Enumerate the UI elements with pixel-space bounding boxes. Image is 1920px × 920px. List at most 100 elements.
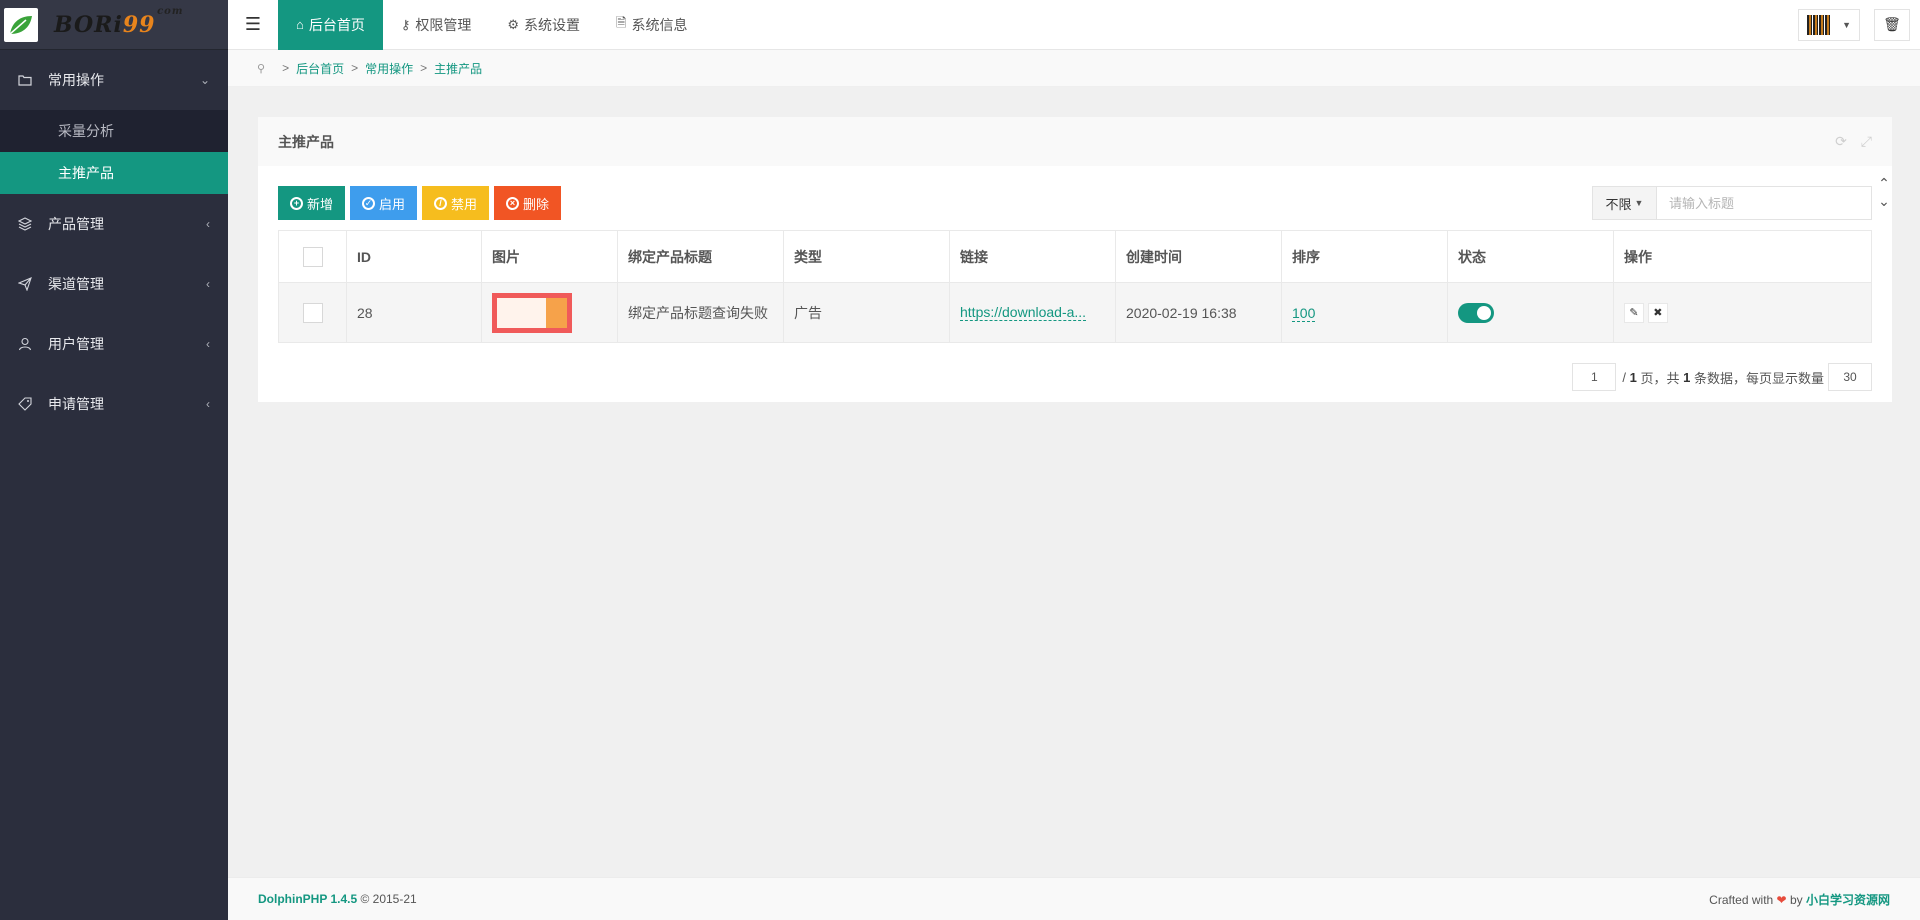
sidebar-item-channel-mgmt[interactable]: 渠道管理 ‹	[0, 254, 228, 314]
caret-down-icon: ▼	[1634, 198, 1644, 208]
sidebar-item-user-mgmt[interactable]: 用户管理 ‹	[0, 314, 228, 374]
chevron-left-icon: ‹	[206, 397, 210, 411]
th-link: 链接	[949, 230, 1116, 283]
tab-label: 后台首页	[308, 16, 365, 33]
th-title: 绑定产品标题	[617, 230, 784, 283]
sidebar-subitem-featured-products[interactable]: 主推产品	[0, 152, 228, 194]
product-link[interactable]: https://download-a...	[960, 304, 1087, 322]
status-toggle[interactable]	[1458, 302, 1494, 323]
footer-site-link[interactable]: 小白学习资源网	[1806, 893, 1890, 907]
folder-icon	[18, 74, 34, 86]
td-image	[481, 282, 618, 343]
product-thumbnail[interactable]	[492, 292, 572, 333]
logo-text-suffix: com	[157, 5, 184, 17]
pagination: / 1 页，共 1 条数据，每页显示数量	[1572, 363, 1872, 391]
times-circle-icon: ×	[506, 196, 520, 210]
breadcrumb-item-common-ops[interactable]: 常用操作	[365, 60, 413, 77]
sidebar-item-label: 产品管理	[48, 216, 104, 232]
clear-cache-button[interactable]: 🗑	[1874, 8, 1910, 41]
breadcrumb-separator: >	[282, 61, 290, 75]
th-created: 创建时间	[1115, 230, 1282, 283]
tag-icon	[18, 397, 34, 411]
tab-label: 系统设置	[524, 16, 581, 33]
sidebar-group-common: 常用操作 ⌄ 采量分析 主推产品	[0, 50, 228, 194]
sidebar-item-label: 渠道管理	[48, 276, 104, 292]
sidebar-item-common-ops[interactable]: 常用操作 ⌄	[0, 50, 228, 110]
pager-text-pages: 页，共	[1640, 370, 1680, 386]
sidebar-subitem-volume-analysis[interactable]: 采量分析	[0, 110, 228, 152]
search-group: 不限 ▼	[1592, 186, 1872, 220]
th-id: ID	[346, 230, 482, 283]
leaf-logo-icon	[4, 7, 38, 42]
table-row: 28 绑定产品标题查询失败 广告 https://download-a... 2…	[278, 282, 1872, 343]
per-page-input[interactable]	[1828, 363, 1872, 391]
footer-brand[interactable]: DolphinPHP 1.4.5	[258, 892, 357, 906]
user-icon	[18, 337, 34, 351]
td-created: 2020-02-19 16:38	[1115, 282, 1282, 343]
avatar	[1807, 14, 1831, 35]
row-checkbox[interactable]	[302, 302, 323, 323]
sort-editable[interactable]: 100	[1292, 304, 1316, 322]
th-image: 图片	[481, 230, 618, 283]
tab-system-settings[interactable]: ⚙ 系统设置	[489, 0, 598, 50]
search-input[interactable]	[1657, 187, 1871, 219]
td-link: https://download-a...	[949, 282, 1116, 343]
trash-icon: 🗑	[1883, 16, 1901, 32]
fullscreen-icon[interactable]: ⤢	[1861, 133, 1872, 150]
pager-total-records: 1	[1683, 369, 1691, 385]
check-circle-icon: ✓	[362, 196, 376, 210]
footer-credit: Crafted with ❤ by 小白学习资源网	[1709, 891, 1890, 908]
chevron-left-icon: ‹	[206, 277, 210, 291]
logo-text-main: BORi	[54, 11, 123, 38]
logo-text-num: 99	[122, 11, 156, 38]
sidebar-item-label: 常用操作	[48, 72, 104, 88]
user-menu-button[interactable]: ▼	[1798, 8, 1860, 41]
delete-x-icon[interactable]: ✖	[1647, 302, 1668, 323]
logo-text: BORi99 com	[54, 6, 182, 38]
menu-toggle-icon[interactable]: ☰	[228, 0, 278, 50]
ban-icon: /	[434, 196, 448, 210]
logo[interactable]: BORi99 com	[0, 0, 228, 50]
breadcrumb-item-featured[interactable]: 主推产品	[434, 60, 482, 77]
th-actions: 操作	[1613, 230, 1872, 283]
edit-pencil-icon[interactable]: ✎	[1624, 302, 1644, 323]
chevron-down-icon: ⌄	[199, 73, 210, 87]
tab-dashboard[interactable]: ⌂ 后台首页	[278, 0, 383, 50]
search-filter-value: 不限	[1605, 196, 1632, 212]
td-select	[278, 282, 347, 343]
select-all-checkbox[interactable]	[302, 246, 323, 267]
chevron-left-icon: ‹	[206, 217, 210, 231]
add-button-label: 新增	[307, 196, 334, 212]
td-title: 绑定产品标题查询失败	[617, 282, 784, 343]
td-actions: ✎ ✖	[1613, 282, 1872, 343]
key-icon: ⚷	[400, 16, 411, 32]
td-status	[1447, 282, 1614, 343]
delete-button[interactable]: × 删除	[494, 186, 562, 220]
page-number-input[interactable]	[1572, 363, 1617, 391]
add-button[interactable]: + 新增	[278, 186, 346, 220]
action-toolbar: + 新增 ✓ 启用 / 禁用 × 删除	[278, 186, 562, 220]
breadcrumb-separator: >	[420, 61, 428, 75]
sidebar-item-application-mgmt[interactable]: 申请管理 ‹	[0, 374, 228, 434]
sidebar: BORi99 com 常用操作 ⌄ 采量分析 主推产品 产品管理 ‹ 渠道管理 …	[0, 0, 228, 920]
pager-slash: /	[1622, 369, 1626, 385]
chevron-down-icon[interactable]: ⌄	[1875, 192, 1893, 210]
breadcrumb-item-home[interactable]: 后台首页	[296, 60, 344, 77]
sidebar-item-product-mgmt[interactable]: 产品管理 ‹	[0, 194, 228, 254]
td-id: 28	[346, 282, 482, 343]
sidebar-submenu: 采量分析 主推产品	[0, 110, 228, 194]
refresh-icon[interactable]: ⟳	[1835, 133, 1847, 150]
tab-label: 系统信息	[631, 16, 688, 33]
sidebar-item-label: 用户管理	[48, 336, 104, 352]
card-header: 主推产品 ⟳ ⤢	[258, 117, 1892, 166]
breadcrumb: ⚲ > 后台首页 > 常用操作 > 主推产品	[228, 50, 1920, 87]
enable-button[interactable]: ✓ 启用	[350, 186, 418, 220]
search-filter-dropdown[interactable]: 不限 ▼	[1593, 187, 1657, 219]
heart-icon: ❤	[1776, 892, 1787, 907]
tab-system-info[interactable]: 🗎 系统信息	[598, 0, 705, 50]
content-card: 主推产品 ⟳ ⤢ + 新增 ✓ 启用 / 禁用 × 删除 不限 ▼ 请输入标题 …	[258, 117, 1892, 402]
pager-text-records: 条数据，每页显示数量	[1693, 370, 1824, 386]
chevron-up-icon[interactable]: ⌃	[1875, 174, 1893, 192]
disable-button[interactable]: / 禁用	[422, 186, 490, 220]
tab-permissions[interactable]: ⚷ 权限管理	[383, 0, 490, 50]
